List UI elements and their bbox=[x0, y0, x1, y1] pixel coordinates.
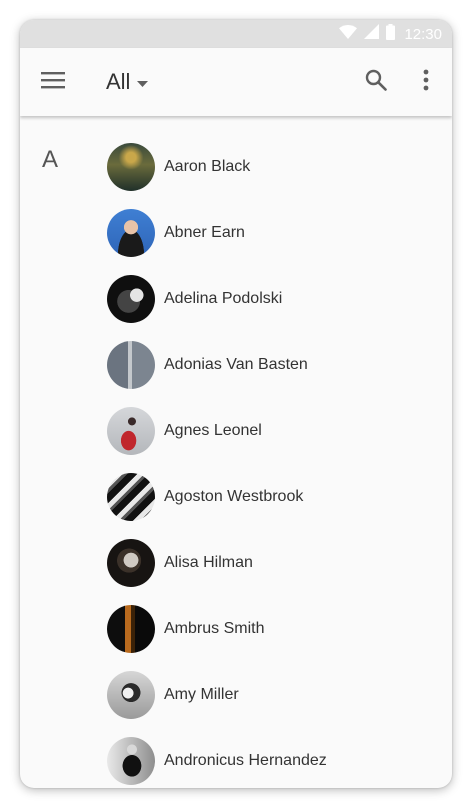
contact-name: Aaron Black bbox=[164, 158, 251, 175]
avatar bbox=[107, 671, 155, 719]
avatar bbox=[107, 605, 155, 653]
app-bar: All bbox=[20, 48, 452, 116]
contact-row[interactable]: Agoston Westbrook bbox=[20, 464, 452, 530]
status-bar: 12:30 bbox=[20, 20, 452, 48]
search-icon bbox=[365, 69, 387, 96]
filter-dropdown[interactable]: All bbox=[106, 64, 149, 100]
contact-row[interactable]: Abner Earn bbox=[20, 200, 452, 266]
contact-name: Abner Earn bbox=[164, 224, 245, 241]
contact-row[interactable]: Andronicus Hernandez bbox=[20, 728, 452, 788]
contact-name: Adelina Podolski bbox=[164, 290, 283, 307]
contact-row[interactable]: Amy Miller bbox=[20, 662, 452, 728]
avatar bbox=[107, 143, 155, 191]
avatar bbox=[107, 473, 155, 521]
contact-row[interactable]: Agnes Leonel bbox=[20, 398, 452, 464]
contact-name: Ambrus Smith bbox=[164, 620, 265, 637]
contact-name: Andronicus Hernandez bbox=[164, 752, 327, 769]
contact-name: Agoston Westbrook bbox=[164, 488, 304, 505]
avatar bbox=[107, 341, 155, 389]
menu-button[interactable] bbox=[40, 70, 66, 94]
cell-signal-icon bbox=[364, 24, 380, 44]
contact-row[interactable]: Adonias Van Basten bbox=[20, 332, 452, 398]
status-icons: 12:30 bbox=[339, 20, 442, 48]
contact-rows: Aaron Black Abner Earn Adelina Podolski … bbox=[20, 134, 452, 788]
contact-list: A Aaron Black Abner Earn Adelina Podolsk… bbox=[20, 116, 452, 788]
menu-icon bbox=[41, 71, 65, 94]
dropdown-arrow-icon bbox=[137, 74, 149, 92]
contact-row[interactable]: Ambrus Smith bbox=[20, 596, 452, 662]
contact-name: Agnes Leonel bbox=[164, 422, 262, 439]
avatar bbox=[107, 275, 155, 323]
more-vert-icon bbox=[423, 69, 429, 96]
avatar bbox=[107, 539, 155, 587]
avatar bbox=[107, 407, 155, 455]
phone-screen: 12:30 All A Aaron Black Abner Earn Adeli… bbox=[20, 20, 452, 788]
avatar bbox=[107, 737, 155, 785]
contact-row[interactable]: Aaron Black bbox=[20, 134, 452, 200]
avatar bbox=[107, 209, 155, 257]
battery-icon bbox=[386, 23, 396, 45]
contact-name: Adonias Van Basten bbox=[164, 356, 308, 373]
search-button[interactable] bbox=[362, 68, 390, 96]
wifi-icon bbox=[339, 24, 358, 44]
more-options-button[interactable] bbox=[414, 68, 438, 96]
contact-row[interactable]: Alisa Hilman bbox=[20, 530, 452, 596]
status-time: 12:30 bbox=[404, 25, 442, 43]
contact-name: Alisa Hilman bbox=[164, 554, 253, 571]
contact-row[interactable]: Adelina Podolski bbox=[20, 266, 452, 332]
filter-label: All bbox=[106, 69, 131, 94]
contact-name: Amy Miller bbox=[164, 686, 239, 703]
